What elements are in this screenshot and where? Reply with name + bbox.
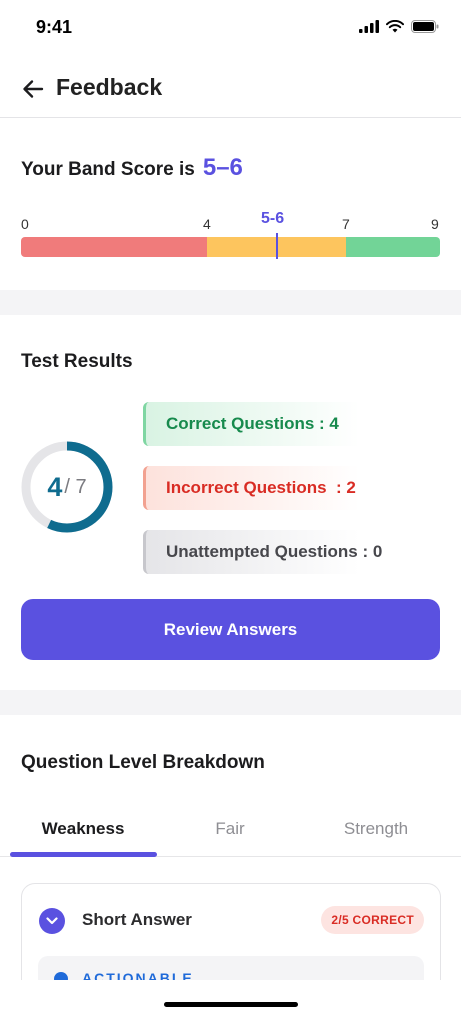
home-indicator[interactable] [164,1002,298,1007]
band-scale-label: 7 [342,216,350,232]
band-segment-low [21,237,208,257]
page-title: Feedback [56,74,163,100]
test-results-section: Test Results 4 / 7 Correct Questions : 4… [0,315,461,690]
status-bar: 9:41 [0,0,461,56]
band-marker-label: 5-6 [261,210,285,227]
unattempted-questions-pill: Unattempted Questions : 0 [143,530,413,574]
home-indicator-area [0,980,461,1024]
band-score-marker [276,233,278,259]
correct-questions-text: Correct Questions : 4 [166,414,339,433]
donut-total: / 7 [64,475,87,498]
header: Feedback [0,62,461,118]
battery-icon [411,20,439,33]
review-answers-button[interactable]: Review Answers [21,599,440,660]
status-icons [359,20,439,33]
cellular-signal-icon [359,20,379,33]
band-scale-label: 0 [21,216,29,232]
band-segment-high [346,237,440,257]
card-title: Short Answer [82,910,192,929]
band-score-bar [21,237,440,257]
donut-correct-count: 4 [47,471,63,502]
band-score-section: Your Band Score is 5–6 0 4 7 9 5-6 [0,118,461,290]
tab-fair[interactable]: Fair [157,803,303,855]
active-tab-indicator [10,852,157,857]
unattempted-questions-text: Unattempted Questions : 0 [166,542,383,561]
correct-count-badge: 2/5 CORRECT [321,906,424,934]
donut-score: 4 / 7 [20,440,114,534]
band-score-label: Your Band Score is [21,159,195,180]
correct-questions-pill: Correct Questions : 4 [143,402,413,446]
section-divider [0,290,461,315]
wifi-icon [386,20,404,33]
question-breakdown-section: Question Level Breakdown Weakness Fair S… [0,715,461,1024]
section-divider [0,690,461,715]
breakdown-title: Question Level Breakdown [21,752,265,773]
arrow-left-icon [23,80,44,98]
tab-weakness[interactable]: Weakness [10,803,156,855]
band-score-heading: Your Band Score is 5–6 [21,154,243,182]
band-score-value: 5–6 [202,154,243,181]
breakdown-tabs: Weakness Fair Strength [0,803,461,857]
back-button[interactable] [18,74,48,104]
tab-strength[interactable]: Strength [303,803,449,855]
expand-toggle[interactable] [39,908,65,934]
test-results-title: Test Results [21,351,133,372]
band-scale-labels: 0 4 7 9 [21,216,440,234]
band-scale-label: 9 [431,216,439,232]
status-time: 9:41 [36,17,73,37]
band-scale-label: 4 [203,216,211,232]
chevron-down-icon [46,917,58,925]
incorrect-questions-pill: Incorrect Questions : 2 [143,466,413,510]
incorrect-questions-text: Incorrect Questions : 2 [166,478,356,497]
